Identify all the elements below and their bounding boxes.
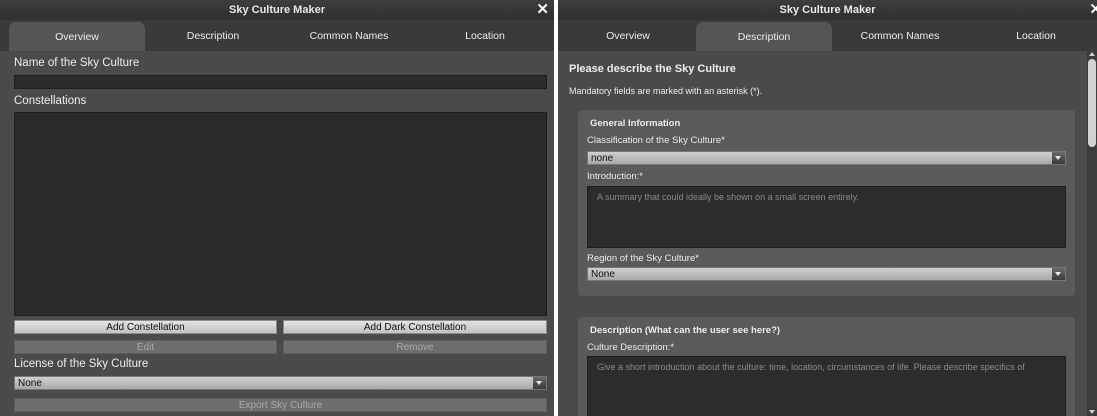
description-group: Description (What can the user see here?… — [578, 317, 1075, 416]
tab-overview[interactable]: Overview — [560, 20, 696, 51]
region-select[interactable]: None — [587, 267, 1066, 281]
add-constellation-button[interactable]: Add Constellation — [14, 320, 277, 334]
general-information-group: General Information Classification of th… — [578, 110, 1075, 296]
classification-value: none — [591, 153, 614, 164]
classification-label: Classification of the Sky Culture* — [587, 135, 725, 146]
title-bar[interactable]: Sky Culture Maker ✕ — [558, 0, 1097, 20]
license-select[interactable]: None — [14, 376, 547, 390]
tab-bar: Overview Description Common Names Locati… — [558, 20, 1097, 51]
general-information-title: General Information — [590, 118, 681, 129]
chevron-down-icon — [1052, 268, 1065, 280]
description-heading: Please describe the Sky Culture — [569, 63, 736, 75]
scroll-up-icon[interactable] — [1089, 52, 1095, 56]
export-button[interactable]: Export Sky Culture — [14, 398, 547, 412]
add-dark-constellation-button[interactable]: Add Dark Constellation — [283, 320, 547, 334]
remove-button[interactable]: Remove — [283, 340, 547, 354]
tab-overview[interactable]: Overview — [9, 22, 145, 51]
tab-bar: Overview Description Common Names Locati… — [0, 20, 554, 51]
description-panel: Please describe the Sky Culture Mandator… — [558, 51, 1097, 416]
overview-panel: Name of the Sky Culture Constellations A… — [0, 51, 554, 416]
tab-description[interactable]: Description — [696, 22, 832, 51]
tab-description[interactable]: Description — [145, 20, 281, 51]
name-label: Name of the Sky Culture — [14, 57, 140, 69]
tab-common-names[interactable]: Common Names — [832, 20, 968, 51]
chevron-down-icon — [533, 377, 546, 389]
culture-description-label: Culture Description:* — [587, 342, 675, 353]
license-label: License of the Sky Culture — [14, 358, 149, 370]
classification-select[interactable]: none — [587, 151, 1066, 165]
close-icon[interactable]: ✕ — [1089, 0, 1097, 20]
window-title: Sky Culture Maker — [229, 4, 325, 16]
scroll-down-icon[interactable] — [1089, 410, 1095, 414]
tab-location[interactable]: Location — [968, 20, 1097, 51]
title-bar[interactable]: Sky Culture Maker ✕ — [0, 0, 554, 20]
edit-button[interactable]: Edit — [14, 340, 277, 354]
tab-common-names[interactable]: Common Names — [281, 20, 417, 51]
constellations-list[interactable] — [14, 112, 547, 316]
chevron-down-icon — [1052, 152, 1065, 164]
description-group-title: Description (What can the user see here?… — [590, 325, 781, 336]
constellations-label: Constellations — [14, 95, 87, 107]
license-value: None — [18, 378, 42, 389]
mandatory-note: Mandatory fields are marked with an aste… — [569, 86, 763, 96]
introduction-label: Introduction:* — [587, 171, 643, 182]
window-title: Sky Culture Maker — [779, 4, 876, 16]
name-input[interactable] — [14, 75, 547, 89]
tab-location[interactable]: Location — [417, 20, 553, 51]
region-value: None — [591, 269, 615, 280]
sky-culture-maker-window-description: Sky Culture Maker ✕ Overview Description… — [558, 0, 1097, 416]
sky-culture-maker-window-overview: Sky Culture Maker ✕ Overview Description… — [0, 0, 554, 416]
scroll-thumb[interactable] — [1088, 59, 1096, 147]
region-label: Region of the Sky Culture* — [587, 253, 699, 264]
vertical-scrollbar[interactable] — [1087, 51, 1097, 416]
introduction-textarea[interactable]: A summary that could ideally be shown on… — [587, 186, 1066, 248]
close-icon[interactable]: ✕ — [536, 0, 549, 20]
culture-description-textarea[interactable]: Give a short introduction about the cult… — [587, 356, 1066, 416]
